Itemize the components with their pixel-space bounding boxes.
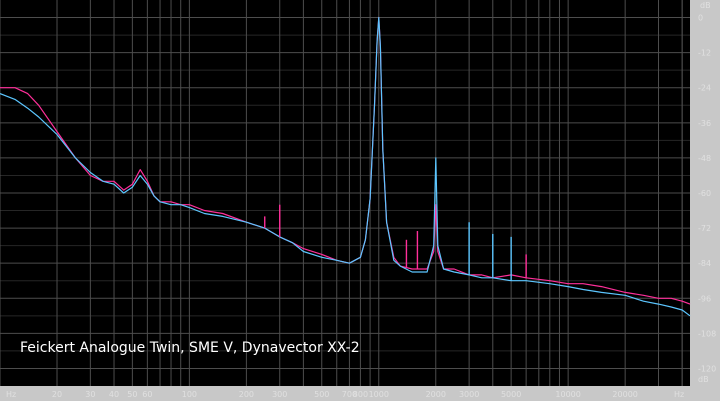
x-tick-label: 1000 [369,390,389,399]
y-tick-label: -108 [698,329,716,338]
y-tick-label: -72 [698,224,711,233]
x-tick-label: 100 [182,390,197,399]
y-tick-label: -60 [698,189,711,198]
x-unit-label-left: Hz [6,390,16,399]
x-tick-label: 2000 [426,390,446,399]
x-tick-label: 50 [127,390,137,399]
y-axis-panel-fill [690,0,720,401]
y-tick-label: -96 [698,294,711,303]
y-tick-label: -36 [698,119,711,128]
x-tick-label: 40 [109,390,119,399]
spectrum-analyzer-view: 0 -12 -24 -36 -48 -60 -72 -84 -96 -108 -120 20 30 40… [0,0,720,401]
x-unit-label-right: Hz [674,390,684,399]
x-tick-label: 800 [353,390,368,399]
chart-title: Feickert Analogue Twin, SME V, Dynavecto… [20,340,360,356]
x-tick-label: 200 [239,390,254,399]
x-tick-label: 3000 [459,390,479,399]
y-unit-label-bottom: dB [698,375,709,384]
x-tick-label: 30 [85,390,95,399]
x-tick-label: 60 [142,390,152,399]
y-tick-label: -12 [698,49,711,58]
y-tick-label: -24 [698,84,711,93]
x-tick-label: 300 [272,390,287,399]
x-tick-label: 20 [52,390,62,399]
x-tick-label: 5000 [501,390,521,399]
y-tick-label: -84 [698,259,711,268]
y-unit-label-top: dB [700,1,711,10]
y-tick-label: 0 [698,14,703,23]
x-tick-label: 500 [314,390,329,399]
x-tick-label: 10000 [555,390,580,399]
spectrum-chart: 0 -12 -24 -36 -48 -60 -72 -84 -96 -108 -120 20 30 40… [0,0,720,401]
y-tick-label: -48 [698,154,711,163]
y-axis-panel [690,0,720,401]
y-tick-label: -120 [698,364,716,373]
x-tick-label: 20000 [612,390,637,399]
